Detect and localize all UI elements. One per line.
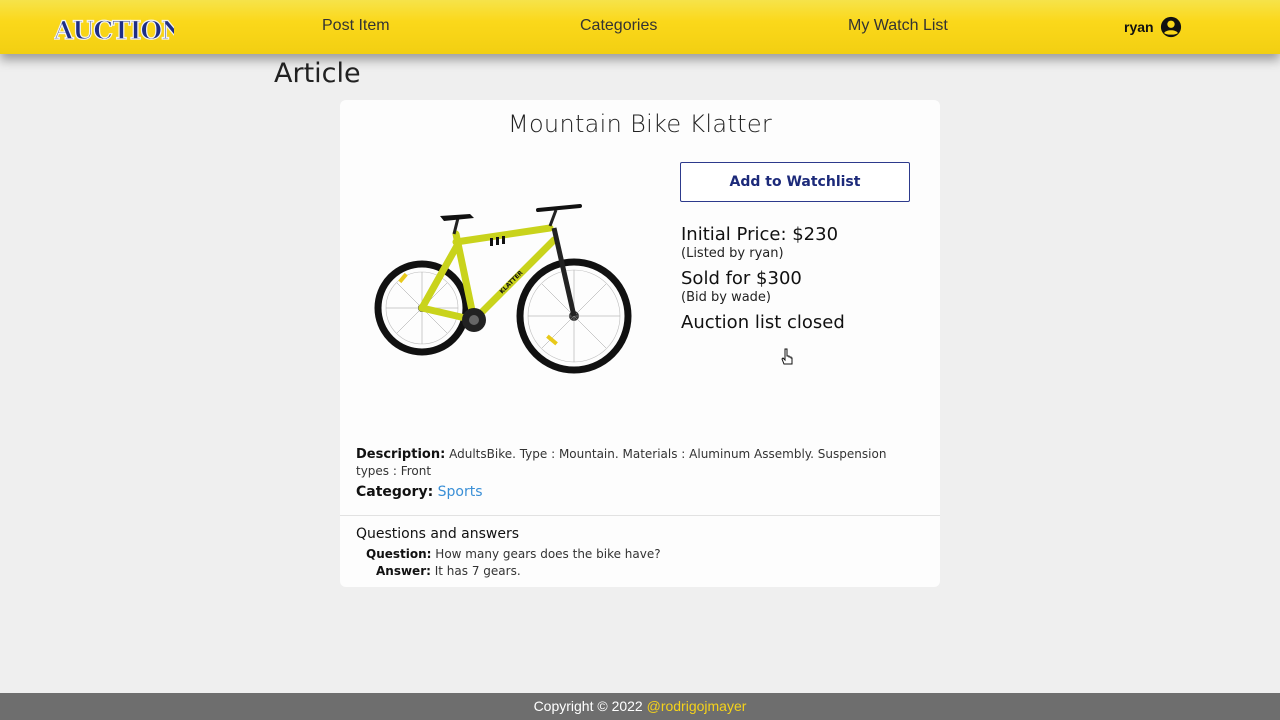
divider	[340, 515, 940, 516]
listing-card: Mountain Bike Klatter KLATTER Add to Wat…	[340, 100, 940, 587]
footer: Copyright © 2022 @rodrigojmayer	[0, 693, 1280, 720]
qa-title: Questions and answers	[356, 526, 520, 542]
category-row: Category: Sports	[356, 484, 483, 500]
answer-text: It has 7 gears.	[434, 564, 521, 578]
description: Description: AdultsBike. Type : Mountain…	[356, 446, 916, 479]
nav-post-item[interactable]: Post Item	[322, 17, 390, 35]
bid-by: (Bid by wade)	[681, 290, 771, 305]
description-label: Description:	[356, 447, 446, 462]
bike-image: KLATTER	[374, 204, 632, 374]
logo-text: AUCTIONS	[54, 16, 174, 45]
hand-cursor-icon	[781, 348, 793, 365]
user-circle-icon	[1160, 16, 1181, 38]
footer-copyright: Copyright © 2022	[533, 698, 643, 714]
navbar: AUCTIONS Post Item Categories My Watch L…	[0, 0, 1280, 54]
question-label: Question:	[366, 547, 432, 561]
initial-price: Initial Price: $230	[681, 224, 839, 245]
nav-categories[interactable]: Categories	[580, 17, 657, 35]
listed-by: (Listed by ryan)	[681, 246, 784, 261]
listing-title: Mountain Bike Klatter	[507, 110, 773, 138]
qa-question: Question: How many gears does the bike h…	[366, 547, 661, 561]
page-title: Article	[274, 58, 361, 89]
auction-status: Auction list closed	[681, 312, 845, 333]
listing-info: Initial Price: $230 (Listed by ryan) Sol…	[681, 224, 845, 334]
sold-price: Sold for $300	[681, 268, 802, 289]
user-menu[interactable]: ryan	[1124, 16, 1182, 38]
nav-my-watch-list[interactable]: My Watch List	[848, 17, 948, 35]
category-link[interactable]: Sports	[438, 484, 483, 500]
bike-brand-decal: KLATTER	[498, 269, 524, 295]
qa-answer: Answer: It has 7 gears.	[376, 564, 521, 578]
footer-author-link[interactable]: @rodrigojmayer	[647, 698, 747, 714]
add-to-watchlist-button[interactable]: Add to Watchlist	[680, 162, 910, 202]
user-name: ryan	[1124, 19, 1154, 35]
answer-label: Answer:	[376, 564, 431, 578]
question-text: How many gears does the bike have?	[435, 547, 661, 561]
auctions-logo[interactable]: AUCTIONS	[54, 8, 174, 48]
category-label: Category:	[356, 484, 434, 500]
